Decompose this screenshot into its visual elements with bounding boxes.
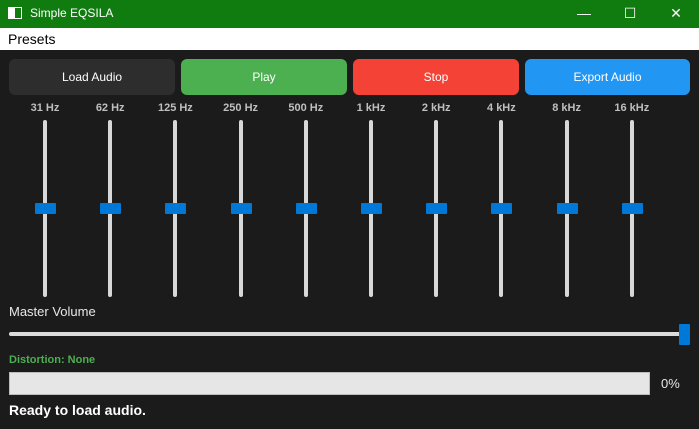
progress-percent: 0%	[661, 376, 680, 391]
window-title: Simple EQSILA	[30, 6, 114, 20]
eq-band-thumb[interactable]	[621, 203, 643, 214]
eq-band: 8 kHz	[537, 100, 597, 300]
status-message: Ready to load audio.	[9, 402, 146, 418]
eq-band-thumb[interactable]	[426, 203, 448, 214]
master-volume-slider[interactable]	[9, 332, 689, 336]
eq-band-thumb[interactable]	[165, 203, 187, 214]
eq-band-label: 31 Hz	[30, 102, 60, 114]
master-volume-label: Master Volume	[9, 304, 96, 319]
eq-band: 125 Hz	[145, 100, 205, 300]
eq-band: 4 kHz	[471, 100, 531, 300]
eq-band-label: 62 Hz	[95, 102, 125, 114]
distortion-status: Distortion: None	[9, 354, 96, 366]
menu-presets[interactable]: Presets	[8, 31, 55, 47]
play-button[interactable]: Play	[181, 59, 347, 95]
eq-band-thumb[interactable]	[230, 203, 252, 214]
eq-band-thumb[interactable]	[35, 203, 56, 214]
menu-bar: Presets	[0, 28, 699, 50]
progress-bar	[9, 372, 650, 395]
eq-band: 250 Hz	[211, 100, 271, 300]
load-audio-button[interactable]: Load Audio	[9, 59, 175, 95]
stop-button[interactable]: Stop	[353, 59, 519, 95]
eq-band-label: 16 kHz	[614, 102, 650, 114]
eq-band: 16 kHz	[602, 100, 662, 300]
eq-band: 500 Hz	[276, 100, 336, 300]
maximize-button[interactable]: ☐	[607, 0, 653, 28]
export-audio-button[interactable]: Export Audio	[525, 59, 690, 95]
master-volume-thumb[interactable]	[679, 324, 690, 345]
eq-band-label: 8 kHz	[552, 102, 581, 114]
eq-band: 2 kHz	[406, 100, 466, 300]
eq-band-label: 2 kHz	[421, 102, 451, 114]
eq-band-label: 1 kHz	[356, 102, 386, 114]
app-icon	[8, 7, 22, 19]
eq-band-thumb[interactable]	[491, 203, 513, 214]
eq-band-label: 500 Hz	[288, 102, 324, 114]
minimize-button[interactable]: —	[561, 0, 607, 28]
eq-band: 31 Hz	[15, 100, 75, 300]
close-button[interactable]: ✕	[653, 0, 699, 28]
eq-band: 1 kHz	[341, 100, 401, 300]
title-bar: Simple EQSILA — ☐ ✕	[0, 0, 699, 28]
eq-band-thumb[interactable]	[361, 203, 382, 214]
eq-band-label: 250 Hz	[223, 102, 259, 114]
eq-band-thumb[interactable]	[556, 203, 578, 214]
eq-band-thumb[interactable]	[100, 203, 122, 214]
eq-band-label: 4 kHz	[487, 102, 516, 114]
eq-band: 62 Hz	[80, 100, 140, 300]
eq-band-label: 125 Hz	[157, 102, 193, 114]
eq-band-thumb[interactable]	[295, 203, 317, 214]
